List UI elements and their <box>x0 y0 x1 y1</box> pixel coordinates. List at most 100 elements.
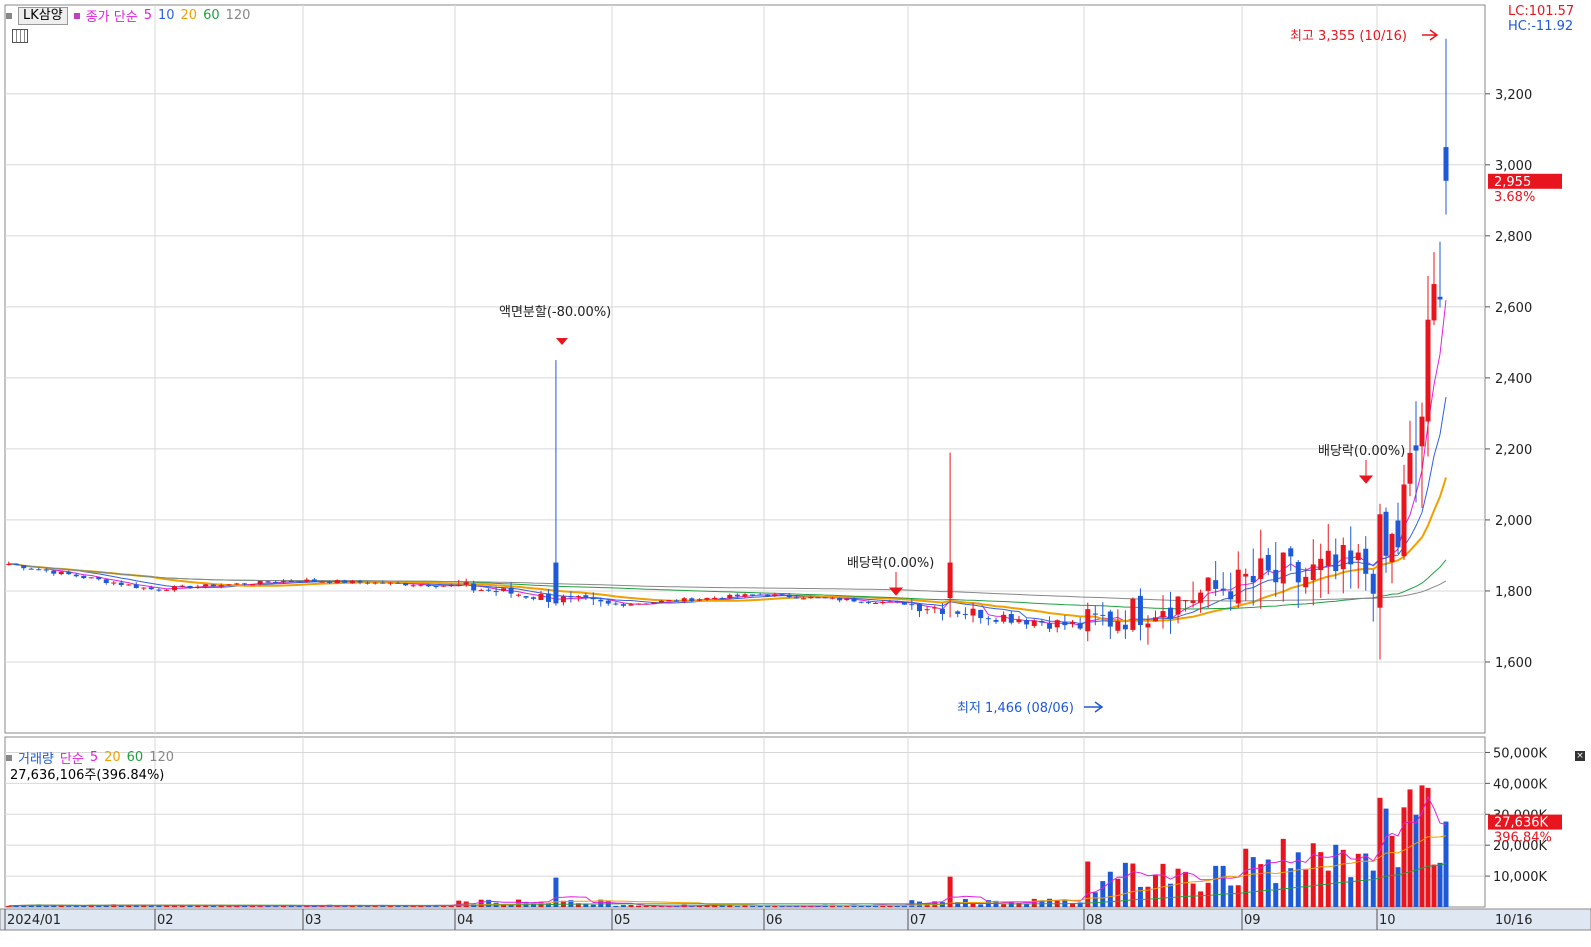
volume-bar <box>1137 886 1143 907</box>
volume-bar <box>1152 874 1158 907</box>
candle-body <box>456 584 462 586</box>
ma20-label[interactable]: 20 <box>181 8 198 23</box>
candle-body <box>1348 550 1354 565</box>
candle-body <box>1370 573 1376 594</box>
candle-body <box>844 598 850 601</box>
volume-bar <box>1228 885 1234 907</box>
price-tick-label: 1,800 <box>1495 585 1532 600</box>
candle-body <box>909 604 915 606</box>
candle-body <box>242 583 248 585</box>
candle-body <box>1228 591 1234 600</box>
candle-body <box>583 595 589 598</box>
chart-canvas[interactable]: 1,600 1,800 2,000 2,200 2,400 2,600 2,800 3,000… <box>0 0 1591 947</box>
candle-body <box>349 580 355 584</box>
candle-body <box>598 599 604 602</box>
x-tick-label: 09 <box>1244 913 1261 928</box>
candle-body <box>801 598 807 600</box>
candle-body <box>1077 623 1083 629</box>
volume-bar <box>837 906 843 907</box>
candle-body <box>666 600 672 602</box>
candle-body <box>658 600 664 603</box>
candle-body <box>1250 575 1256 583</box>
volume-bar <box>1130 863 1136 907</box>
candle-body <box>865 602 871 604</box>
vol-ma20-label[interactable]: 20 <box>104 750 121 765</box>
vol-ma5-label[interactable]: 5 <box>90 750 98 765</box>
candle-body <box>311 579 317 582</box>
ma5-label[interactable]: 5 <box>144 8 152 23</box>
dividend-annotation: 배당락(0.00%) <box>1318 444 1405 459</box>
volume-bar <box>257 906 263 907</box>
candle-body <box>1137 595 1143 626</box>
ma60-label[interactable]: 60 <box>203 8 220 23</box>
volume-bar <box>1389 835 1395 907</box>
stock-name-button[interactable]: LK삼양 <box>18 6 68 25</box>
candle-body <box>1092 613 1098 615</box>
ma120-label[interactable]: 120 <box>226 8 251 23</box>
candle-body <box>288 581 294 583</box>
candle-body <box>1062 621 1068 626</box>
candle-body <box>1303 576 1309 588</box>
candle-body <box>993 620 999 622</box>
volume-bar <box>1303 868 1309 907</box>
candle-body <box>433 586 439 588</box>
candle-body <box>1070 622 1076 624</box>
candle-body <box>1205 577 1211 591</box>
volume-bar <box>304 906 310 907</box>
candle-body <box>410 585 416 587</box>
candle-body <box>249 584 255 586</box>
square-icon <box>73 12 80 19</box>
lc-hc-box: LC:101.57 HC:-11.92 <box>1508 4 1574 34</box>
candle-body <box>195 586 201 588</box>
volume-bar <box>1001 904 1007 907</box>
stock-chart-window: 1,600 1,800 2,000 2,200 2,400 2,600 2,800 3,000… <box>0 0 1591 947</box>
candle-body <box>88 577 94 579</box>
candle-body <box>1054 620 1060 628</box>
candle-body <box>829 597 835 599</box>
candle-body <box>126 584 132 586</box>
volume-bar <box>643 905 649 907</box>
volume-bar <box>613 905 619 907</box>
candle-body <box>486 589 492 591</box>
volume-bar <box>1383 808 1389 907</box>
candle-body <box>1190 600 1196 603</box>
candle-body <box>1122 624 1128 630</box>
candle-body <box>742 594 748 597</box>
candle-body <box>939 608 945 614</box>
candle-body <box>1183 600 1189 602</box>
candle-body <box>1107 611 1113 627</box>
volume-bar <box>1431 864 1437 907</box>
candle-body <box>1243 573 1249 577</box>
volume-bar <box>750 905 756 907</box>
close-icon[interactable]: × <box>1575 751 1585 761</box>
candle-body <box>6 563 12 565</box>
candle-body <box>605 600 611 604</box>
candle-body <box>651 602 657 604</box>
candle-body <box>21 565 27 569</box>
candle-body <box>81 575 87 579</box>
volume-bar <box>1425 787 1431 907</box>
candle-body <box>1258 558 1264 579</box>
volume-bar <box>978 904 984 907</box>
candle-body <box>531 597 536 599</box>
candle-body <box>1340 544 1346 570</box>
vol-ma120-label[interactable]: 120 <box>149 750 174 765</box>
candle-body <box>380 582 386 584</box>
candle-body <box>156 589 162 591</box>
candle-body <box>73 574 79 577</box>
hc-value: HC:-11.92 <box>1508 19 1574 34</box>
volume-bar <box>734 906 740 907</box>
candle-body <box>734 594 740 597</box>
square-icon <box>6 754 12 761</box>
price-ma-label[interactable]: 종가 단순 <box>86 6 138 25</box>
ma10-label[interactable]: 10 <box>158 8 175 23</box>
candle-body <box>1318 558 1324 571</box>
x-tick-label: 03 <box>305 913 322 928</box>
candle-body <box>1333 554 1339 572</box>
high-annotation: 최고 3,355 (10/16) <box>1290 29 1407 44</box>
candle-body <box>281 581 287 583</box>
candle-body <box>210 584 216 587</box>
vol-ma60-label[interactable]: 60 <box>127 750 144 765</box>
candle-body <box>13 563 19 565</box>
table-icon[interactable] <box>12 29 28 43</box>
